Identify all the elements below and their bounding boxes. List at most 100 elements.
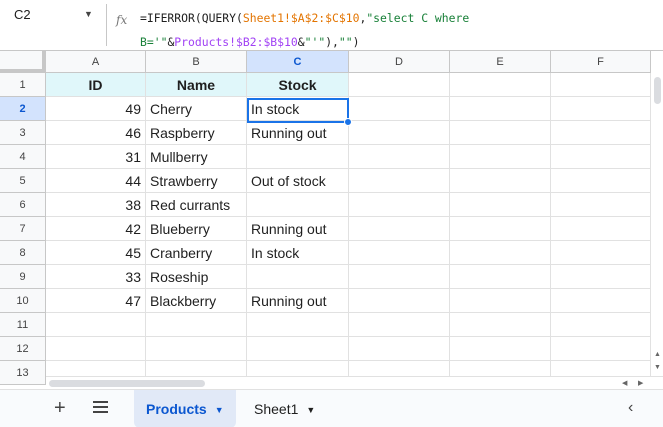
scroll-down-icon[interactable]: ▼	[654, 364, 661, 371]
cell-a10[interactable]: 47	[46, 289, 146, 313]
cell-c3[interactable]: Running out	[247, 121, 349, 145]
cell-b5[interactable]: Strawberry	[146, 169, 247, 193]
cell-f9[interactable]	[551, 265, 651, 289]
menu-icon[interactable]	[93, 401, 108, 416]
vertical-scroll-thumb[interactable]	[654, 77, 661, 104]
row-header-2[interactable]: 2	[0, 97, 46, 121]
cell-b7[interactable]: Blueberry	[146, 217, 247, 241]
cell-c1[interactable]: Stock	[247, 73, 349, 97]
cell-e1[interactable]	[450, 73, 551, 97]
cell-f10[interactable]	[551, 289, 651, 313]
cell-e12[interactable]	[450, 337, 551, 361]
scroll-up-icon[interactable]: ▲	[654, 351, 661, 358]
cell-e5[interactable]	[450, 169, 551, 193]
cell-c11[interactable]	[247, 313, 349, 337]
cell-d6[interactable]	[349, 193, 450, 217]
caret-down-icon[interactable]: ▼	[215, 405, 224, 415]
cell-e10[interactable]	[450, 289, 551, 313]
column-header-d[interactable]: D	[349, 51, 450, 73]
cell-f1[interactable]	[551, 73, 651, 97]
cell-a1[interactable]: ID	[46, 73, 146, 97]
cell-d1[interactable]	[349, 73, 450, 97]
vertical-scrollbar[interactable]: ▲ ▼	[650, 73, 663, 377]
cell-a6[interactable]: 38	[46, 193, 146, 217]
row-header-7[interactable]: 7	[0, 217, 46, 241]
row-header-9[interactable]: 9	[0, 265, 46, 289]
cell-f11[interactable]	[551, 313, 651, 337]
row-header-10[interactable]: 10	[0, 289, 46, 313]
cell-f6[interactable]	[551, 193, 651, 217]
column-header-b[interactable]: B	[146, 51, 247, 73]
cell-c9[interactable]	[247, 265, 349, 289]
row-header-8[interactable]: 8	[0, 241, 46, 265]
cell-e11[interactable]	[450, 313, 551, 337]
caret-down-icon[interactable]: ▼	[306, 405, 315, 415]
chevron-left-icon[interactable]: ‹	[628, 399, 633, 417]
cell-e4[interactable]	[450, 145, 551, 169]
cell-a2[interactable]: 49	[46, 97, 146, 121]
cell-b3[interactable]: Raspberry	[146, 121, 247, 145]
tab-sheet1[interactable]: Sheet1 ▼	[242, 390, 327, 427]
cell-a12[interactable]	[46, 337, 146, 361]
fill-handle[interactable]	[344, 118, 352, 126]
cell-d12[interactable]	[349, 337, 450, 361]
cell-b10[interactable]: Blackberry	[146, 289, 247, 313]
cell-e9[interactable]	[450, 265, 551, 289]
plus-icon[interactable]: +	[54, 396, 66, 420]
column-header-f[interactable]: F	[551, 51, 651, 73]
cell-f8[interactable]	[551, 241, 651, 265]
column-header-a[interactable]: A	[46, 51, 146, 73]
row-header-6[interactable]: 6	[0, 193, 46, 217]
row-header-1[interactable]: 1	[0, 73, 46, 97]
cell-f4[interactable]	[551, 145, 651, 169]
cell-d8[interactable]	[349, 241, 450, 265]
row-header-5[interactable]: 5	[0, 169, 46, 193]
horizontal-scroll-thumb[interactable]	[49, 380, 205, 387]
cell-a9[interactable]: 33	[46, 265, 146, 289]
cell-c10[interactable]: Running out	[247, 289, 349, 313]
cell-c12[interactable]	[247, 337, 349, 361]
tab-products[interactable]: Products ▼	[134, 390, 236, 427]
cell-d4[interactable]	[349, 145, 450, 169]
select-all-corner[interactable]	[0, 51, 46, 73]
cell-c8[interactable]: In stock	[247, 241, 349, 265]
name-box[interactable]: C2 ▼	[0, 0, 104, 28]
cell-d11[interactable]	[349, 313, 450, 337]
scroll-right-icon[interactable]: ▶	[638, 379, 643, 387]
cell-e8[interactable]	[450, 241, 551, 265]
cell-a7[interactable]: 42	[46, 217, 146, 241]
cell-d9[interactable]	[349, 265, 450, 289]
cell-b11[interactable]	[146, 313, 247, 337]
cell-b4[interactable]: Mullberry	[146, 145, 247, 169]
cell-e2[interactable]	[450, 97, 551, 121]
cell-b1[interactable]: Name	[146, 73, 247, 97]
row-header-13[interactable]: 13	[0, 361, 46, 385]
cell-e6[interactable]	[450, 193, 551, 217]
cell-b6[interactable]: Red currants	[146, 193, 247, 217]
cell-c4[interactable]	[247, 145, 349, 169]
cell-a8[interactable]: 45	[46, 241, 146, 265]
cell-c6[interactable]	[247, 193, 349, 217]
cell-c7[interactable]: Running out	[247, 217, 349, 241]
scroll-left-icon[interactable]: ◀	[622, 379, 627, 387]
row-header-4[interactable]: 4	[0, 145, 46, 169]
caret-down-icon[interactable]: ▼	[84, 9, 93, 19]
cell-b12[interactable]	[146, 337, 247, 361]
cell-d5[interactable]	[349, 169, 450, 193]
row-header-12[interactable]: 12	[0, 337, 46, 361]
cell-b2[interactable]: Cherry	[146, 97, 247, 121]
column-header-c[interactable]: C	[247, 51, 349, 73]
cell-b9[interactable]: Roseship	[146, 265, 247, 289]
cell-a3[interactable]: 46	[46, 121, 146, 145]
cell-a5[interactable]: 44	[46, 169, 146, 193]
cell-c5[interactable]: Out of stock	[247, 169, 349, 193]
cell-a4[interactable]: 31	[46, 145, 146, 169]
row-header-3[interactable]: 3	[0, 121, 46, 145]
column-header-e[interactable]: E	[450, 51, 551, 73]
cell-f7[interactable]	[551, 217, 651, 241]
cell-c2[interactable]: In stock	[247, 97, 349, 121]
row-header-11[interactable]: 11	[0, 313, 46, 337]
cell-f3[interactable]	[551, 121, 651, 145]
formula-input[interactable]: =IFERROR(QUERY(Sheet1!$A$2:$C$10,"select…	[140, 6, 660, 54]
cell-f5[interactable]	[551, 169, 651, 193]
